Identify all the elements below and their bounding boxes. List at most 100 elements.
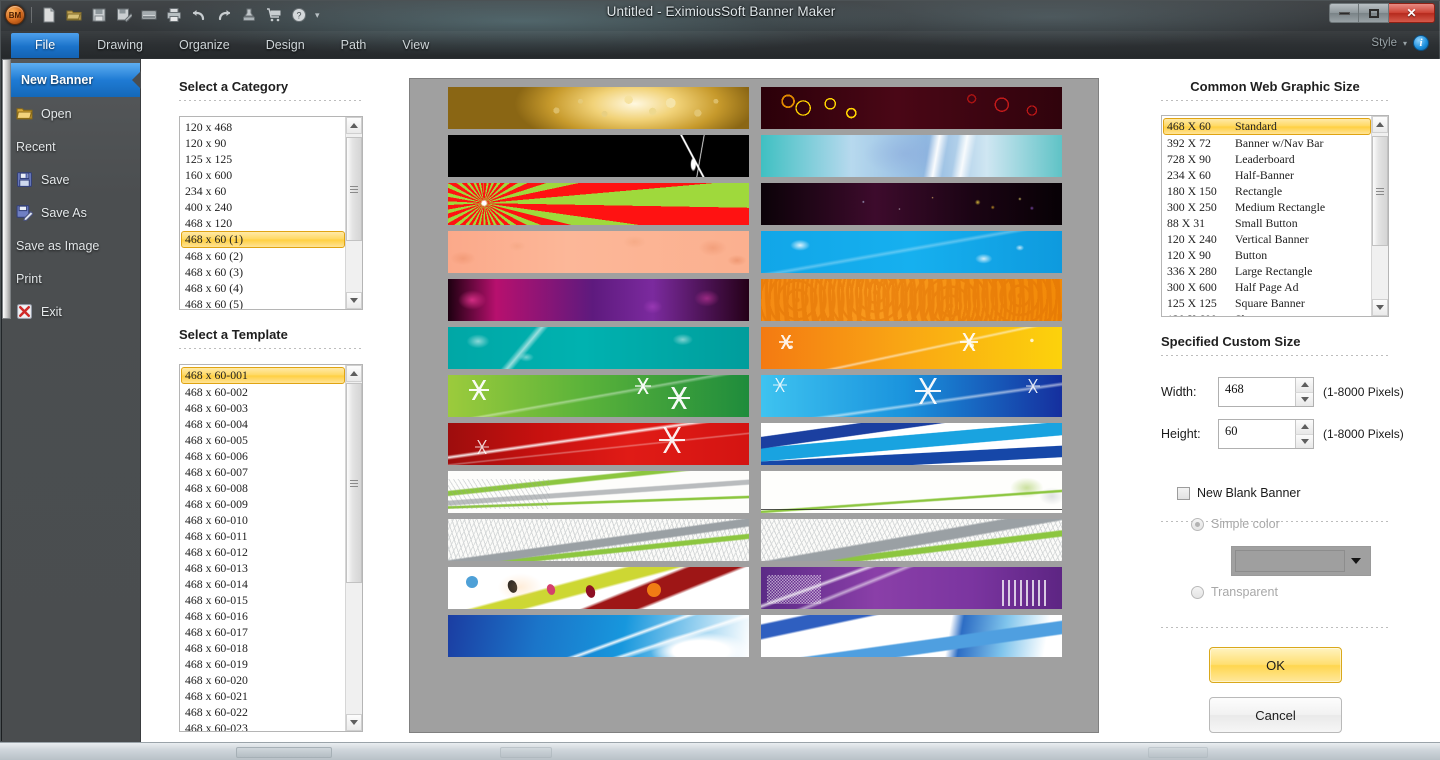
left-scroll-strip[interactable]	[2, 59, 11, 319]
list-item-selected[interactable]: 468 x 60-001	[181, 367, 345, 384]
list-item[interactable]: 336 X 280 Large Rectangle	[1164, 263, 1371, 279]
web-size-listbox[interactable]: 468 X 60 Standard 392 X 72 Banner w/Nav …	[1161, 115, 1389, 317]
category-listbox[interactable]: 120 x 468 120 x 90 125 x 125 160 x 600 2…	[179, 116, 363, 310]
list-item-selected[interactable]: 468 x 60 (1)	[181, 231, 345, 248]
list-item[interactable]: 300 X 250 Medium Rectangle	[1164, 199, 1371, 215]
file-menu-item-open[interactable]: Open	[2, 97, 140, 130]
template-thumbnail[interactable]	[448, 183, 749, 225]
chevron-down-icon[interactable]	[1345, 550, 1367, 572]
scroll-up-button[interactable]	[346, 365, 362, 382]
help-icon[interactable]: ?	[288, 5, 310, 25]
file-menu-item-save-as[interactable]: Save As	[2, 196, 140, 229]
list-item[interactable]: 468 x 60-002	[182, 384, 345, 400]
template-thumbnail[interactable]	[448, 471, 749, 513]
tab-drawing[interactable]: Drawing	[79, 34, 161, 58]
list-item[interactable]: 234 x 60	[182, 183, 345, 199]
scroll-up-button[interactable]	[1372, 116, 1388, 133]
list-item[interactable]: 88 X 31 Small Button	[1164, 215, 1371, 231]
template-thumbnail[interactable]	[761, 279, 1062, 321]
file-menu-item-recent[interactable]: Recent	[2, 130, 140, 163]
height-increment-button[interactable]	[1295, 420, 1313, 435]
height-decrement-button[interactable]	[1295, 434, 1313, 448]
color-picker-combo[interactable]	[1231, 546, 1371, 576]
quick-access-toolbar[interactable]: BM ? ▾	[5, 3, 320, 27]
list-item[interactable]: 125 x 125	[182, 151, 345, 167]
window-controls[interactable]: ✕	[1329, 3, 1435, 23]
template-thumbnail[interactable]	[761, 471, 1062, 513]
template-thumbnail-grid[interactable]	[448, 87, 1062, 657]
chevron-down-icon[interactable]: ▾	[1403, 39, 1407, 48]
scroll-up-button[interactable]	[346, 117, 362, 134]
template-thumbnail[interactable]	[761, 87, 1062, 129]
list-item-selected[interactable]: 468 X 60 Standard	[1163, 118, 1371, 135]
width-stepper[interactable]	[1295, 378, 1313, 406]
tab-path[interactable]: Path	[323, 34, 385, 58]
width-decrement-button[interactable]	[1295, 392, 1313, 406]
list-item[interactable]: 468 x 60-023	[182, 720, 345, 731]
scroll-down-button[interactable]	[1372, 299, 1388, 316]
list-item[interactable]: 120 x 90	[182, 135, 345, 151]
list-item[interactable]: 468 x 60-019	[182, 656, 345, 672]
template-thumbnail[interactable]	[761, 567, 1062, 609]
style-selector[interactable]: Style ▾ i	[1371, 35, 1429, 51]
color-swatch[interactable]	[1235, 550, 1345, 572]
file-menu-item-save[interactable]: Save	[2, 163, 140, 196]
template-thumbnail[interactable]	[761, 327, 1062, 369]
height-stepper[interactable]	[1295, 420, 1313, 448]
tab-organize[interactable]: Organize	[161, 34, 248, 58]
template-thumbnail[interactable]	[761, 519, 1062, 561]
list-item[interactable]: 125 X 125 Square Banner	[1164, 295, 1371, 311]
scrollbar-thumb[interactable]	[346, 137, 362, 241]
cancel-button[interactable]: Cancel	[1209, 697, 1342, 733]
list-item[interactable]: 468 x 60-017	[182, 624, 345, 640]
list-item[interactable]: 468 x 60-009	[182, 496, 345, 512]
list-item[interactable]: 468 x 60-012	[182, 544, 345, 560]
radio-icon-selected[interactable]	[1191, 517, 1204, 531]
list-item[interactable]: 120 X 240 Vertical Banner	[1164, 231, 1371, 247]
ok-button[interactable]: OK	[1209, 647, 1342, 683]
template-thumbnail[interactable]	[448, 519, 749, 561]
stamp-icon[interactable]	[238, 5, 260, 25]
width-input[interactable]: 468	[1218, 377, 1314, 407]
template-list-items[interactable]: 468 x 60-001 468 x 60-002 468 x 60-003 4…	[180, 365, 345, 731]
minimize-button[interactable]	[1329, 3, 1359, 23]
list-item[interactable]: 180 X 150 Rectangle	[1164, 183, 1371, 199]
list-item[interactable]: 120 x 468	[182, 119, 345, 135]
list-item[interactable]: 468 x 60 (3)	[182, 264, 345, 280]
height-input[interactable]: 60	[1218, 419, 1314, 449]
list-item[interactable]: 468 x 60-013	[182, 560, 345, 576]
print-icon[interactable]	[163, 5, 185, 25]
ribbon-tab-bar[interactable]: File Drawing Organize Design Path View	[1, 31, 1440, 58]
template-thumbnail[interactable]	[761, 615, 1062, 657]
list-item[interactable]: 468 x 60-020	[182, 672, 345, 688]
tab-view[interactable]: View	[384, 34, 447, 58]
cart-icon[interactable]	[263, 5, 285, 25]
template-thumbnail[interactable]	[448, 375, 749, 417]
save-icon[interactable]	[88, 5, 110, 25]
list-item[interactable]: 468 x 60-006	[182, 448, 345, 464]
app-logo-icon[interactable]: BM	[5, 5, 25, 25]
template-thumbnail[interactable]	[448, 231, 749, 273]
template-thumbnail[interactable]	[761, 375, 1062, 417]
template-thumbnail[interactable]	[448, 279, 749, 321]
save-as-image-icon[interactable]	[138, 5, 160, 25]
redo-icon[interactable]	[213, 5, 235, 25]
template-thumbnail[interactable]	[448, 87, 749, 129]
list-item[interactable]: 392 X 72 Banner w/Nav Bar	[1164, 135, 1371, 151]
template-preview-area[interactable]	[409, 78, 1099, 733]
toolbar-overflow-icon[interactable]: ▾	[313, 10, 320, 21]
list-item[interactable]: 468 x 60-015	[182, 592, 345, 608]
taskbar[interactable]	[0, 742, 1440, 760]
list-item[interactable]: 300 X 600 Half Page Ad	[1164, 279, 1371, 295]
tab-design[interactable]: Design	[248, 34, 323, 58]
template-thumbnail[interactable]	[448, 615, 749, 657]
file-menu-item-new-banner[interactable]: New Banner	[7, 63, 140, 97]
maximize-button[interactable]	[1359, 3, 1389, 23]
list-item[interactable]: 468 x 60-021	[182, 688, 345, 704]
open-folder-icon[interactable]	[63, 5, 85, 25]
list-item[interactable]: 468 x 60 (5)	[182, 296, 345, 309]
save-as-icon[interactable]	[113, 5, 135, 25]
template-thumbnail[interactable]	[761, 135, 1062, 177]
info-icon[interactable]: i	[1413, 35, 1429, 51]
list-item[interactable]: 468 x 60-016	[182, 608, 345, 624]
